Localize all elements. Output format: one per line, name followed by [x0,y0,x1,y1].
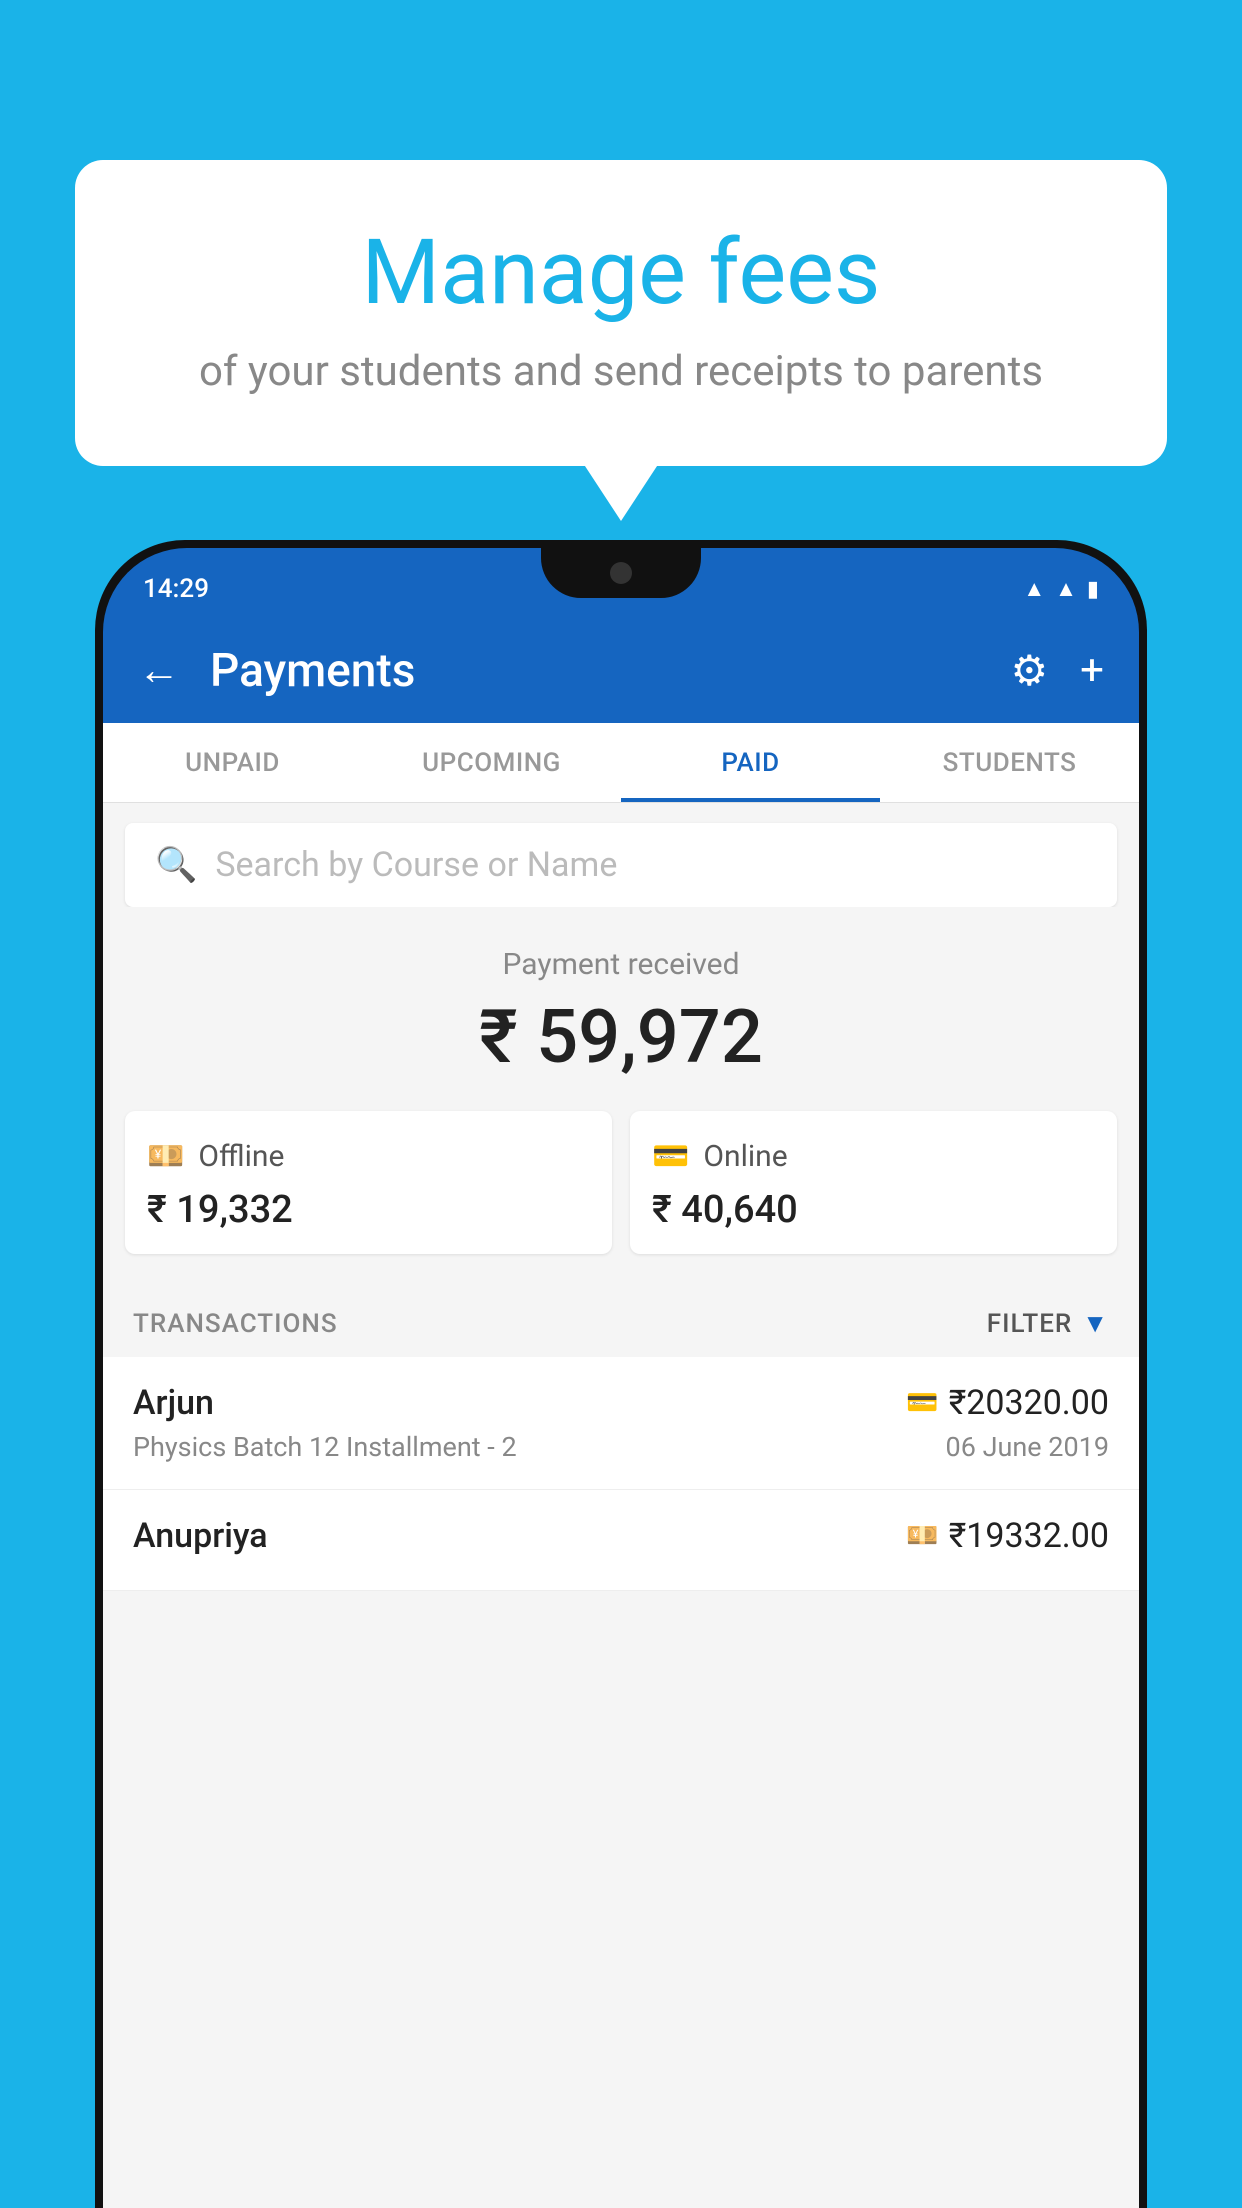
payment-received-label: Payment received [125,947,1117,982]
transaction-name: Arjun [133,1383,214,1423]
online-card-header: 💳 Online [652,1139,1095,1174]
payment-amount: ₹ 59,972 [125,994,1117,1081]
search-bar[interactable]: 🔍 Search by Course or Name [125,823,1117,907]
phone-inner: 14:29 ▲ ▲ ▮ ← Payments ⚙ + UNPAID UPCOMI… [103,548,1139,2208]
tab-unpaid[interactable]: UNPAID [103,723,362,802]
transaction-amount: ₹19332.00 [949,1516,1109,1556]
add-icon[interactable]: + [1080,646,1104,695]
app-bar: ← Payments ⚙ + [103,618,1139,723]
transaction-date: 06 June 2019 [946,1431,1109,1463]
search-input[interactable]: Search by Course or Name [215,845,617,885]
status-icons: ▲ ▲ ▮ [1023,576,1099,602]
battery-icon: ▮ [1087,577,1099,602]
online-icon: 💳 [652,1139,689,1174]
transaction-description: Physics Batch 12 Installment - 2 [133,1431,517,1463]
transactions-header: TRANSACTIONS FILTER ▼ [103,1284,1139,1357]
online-card: 💳 Online ₹ 40,640 [630,1111,1117,1254]
payment-cards: 💴 Offline ₹ 19,332 💳 Online ₹ 40,640 [103,1111,1139,1284]
filter-icon: ▼ [1082,1308,1109,1339]
camera [610,562,632,584]
table-row[interactable]: Anupriya 💴 ₹19332.00 [103,1490,1139,1591]
tab-students[interactable]: STUDENTS [880,723,1139,802]
tab-paid[interactable]: PAID [621,723,880,802]
search-icon: 🔍 [155,845,197,885]
payment-summary: Payment received ₹ 59,972 [103,907,1139,1111]
app-bar-title: Payments [210,644,981,698]
transactions-label: TRANSACTIONS [133,1309,338,1339]
offline-card-header: 💴 Offline [147,1139,590,1174]
wifi-icon: ▲ [1023,576,1045,602]
settings-icon[interactable]: ⚙ [1011,646,1049,696]
table-row[interactable]: Arjun 💳 ₹20320.00 Physics Batch 12 Insta… [103,1357,1139,1490]
signal-icon: ▲ [1055,576,1077,602]
tabs: UNPAID UPCOMING PAID STUDENTS [103,723,1139,803]
transaction-amount: ₹20320.00 [949,1383,1109,1423]
offline-amount: ₹ 19,332 [147,1188,590,1232]
status-time: 14:29 [143,574,209,604]
back-button[interactable]: ← [138,646,180,695]
filter-button[interactable]: FILTER ▼ [987,1308,1109,1339]
bubble-subtitle: of your students and send receipts to pa… [155,347,1087,396]
online-amount: ₹ 40,640 [652,1188,1095,1232]
transaction-name: Anupriya [133,1516,268,1556]
tab-upcoming[interactable]: UPCOMING [362,723,621,802]
offline-icon: 💴 [147,1139,184,1174]
speech-bubble: Manage fees of your students and send re… [75,160,1167,466]
online-label: Online [703,1139,787,1174]
transaction-type-icon: 💳 [906,1388,938,1418]
transaction-type-icon: 💴 [906,1521,938,1551]
offline-label: Offline [198,1139,284,1174]
phone-frame: 14:29 ▲ ▲ ▮ ← Payments ⚙ + UNPAID UPCOMI… [95,540,1147,2208]
bubble-title: Manage fees [155,220,1087,325]
app-bar-actions: ⚙ + [1011,646,1105,696]
content-area: 🔍 Search by Course or Name Payment recei… [103,803,1139,2208]
offline-card: 💴 Offline ₹ 19,332 [125,1111,612,1254]
